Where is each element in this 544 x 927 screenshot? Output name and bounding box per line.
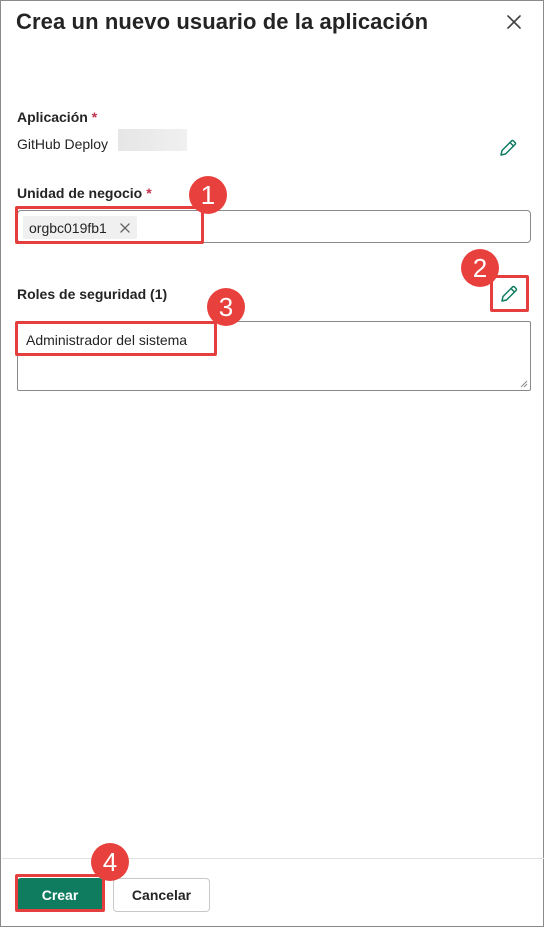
- pencil-icon: [500, 139, 517, 156]
- application-value: GitHub Deploy: [17, 136, 109, 152]
- application-label: Aplicación *: [17, 109, 98, 125]
- security-roles-label: Roles de seguridad (1): [17, 286, 168, 302]
- annotation-badge-2: 2: [461, 249, 499, 287]
- dialog-panel: Crea un nuevo usuario de la aplicación A…: [0, 0, 544, 927]
- footer-divider: [2, 858, 544, 859]
- annotation-badge-3: 3: [207, 288, 245, 326]
- business-unit-label: Unidad de negocio *: [17, 185, 152, 201]
- required-marker: *: [146, 185, 152, 201]
- required-marker: *: [91, 109, 98, 125]
- highlight-business-unit: [15, 206, 204, 244]
- resize-grip-icon[interactable]: [518, 378, 528, 388]
- close-button[interactable]: [503, 11, 525, 33]
- cancel-button[interactable]: Cancelar: [113, 878, 210, 912]
- highlight-roles-edit: [490, 275, 529, 312]
- redacted-area: [118, 129, 187, 151]
- annotation-badge-1: 1: [189, 176, 227, 214]
- close-icon: [507, 15, 521, 29]
- annotation-badge-4: 4: [91, 843, 129, 881]
- dialog-title: Crea un nuevo usuario de la aplicación: [16, 9, 429, 34]
- highlight-create-button: [15, 874, 105, 912]
- application-edit-button[interactable]: [497, 137, 519, 159]
- highlight-role-item: [15, 321, 217, 356]
